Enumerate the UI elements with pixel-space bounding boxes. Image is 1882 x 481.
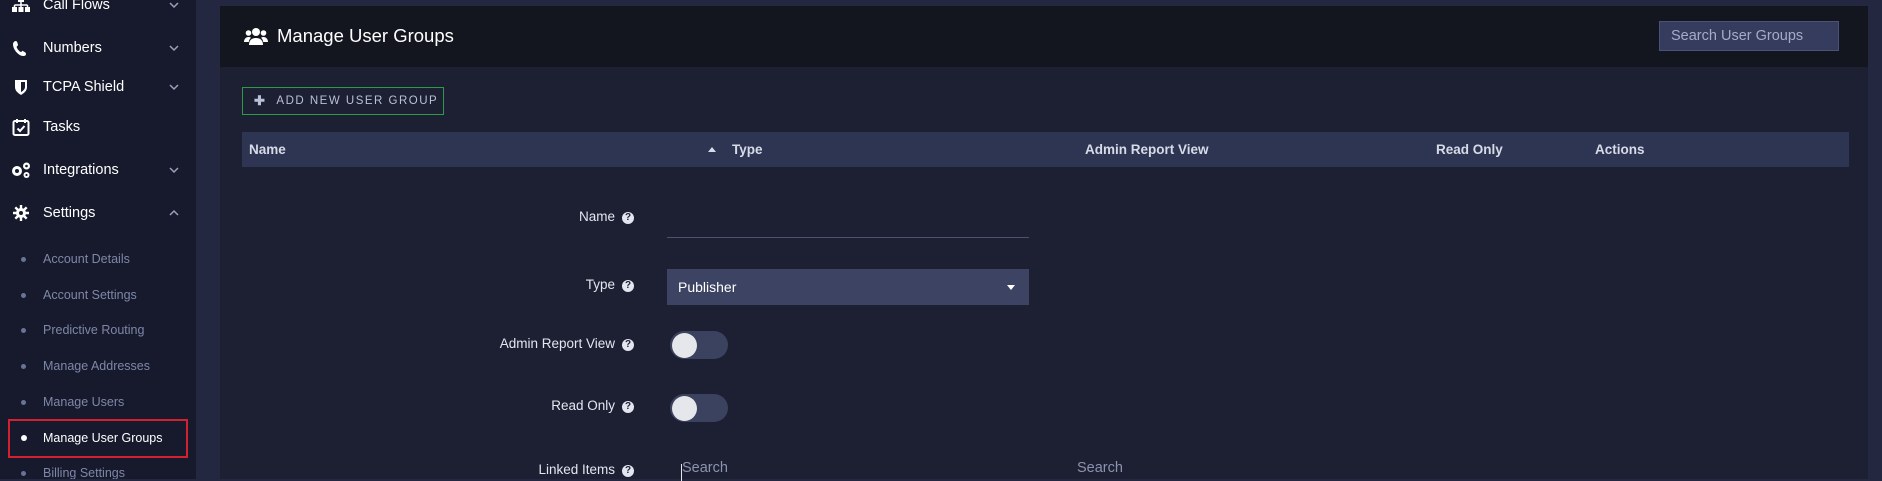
sidebar-item-label: Settings	[43, 205, 96, 221]
add-new-user-group-button[interactable]: ✚ ADD NEW USER GROUP	[242, 87, 444, 115]
sidebar: Call Flows Numbers TCPA Shield Tasks Int…	[0, 0, 196, 479]
sidebar-subitem-label: Predictive Routing	[43, 323, 145, 337]
table-header: Name Type Admin Report View Read Only Ac…	[242, 132, 1849, 167]
sidebar-subitem-manage-users[interactable]: Manage Users	[0, 389, 196, 415]
chevron-down-icon	[169, 84, 179, 91]
column-header-admin-report-view[interactable]: Admin Report View	[1085, 132, 1209, 167]
sidebar-subitem-label: Billing Settings	[43, 466, 125, 479]
sidebar-subitem-label: Manage Addresses	[43, 359, 151, 373]
phone-icon	[10, 37, 32, 59]
chevron-down-icon	[169, 167, 179, 174]
linked-items-search-right[interactable]: Search	[1077, 460, 1123, 476]
sidebar-subitem-predictive-routing[interactable]: Predictive Routing	[0, 317, 196, 343]
help-icon[interactable]: ?	[622, 339, 634, 351]
sidebar-subitem-label: Account Details	[43, 252, 130, 266]
chevron-up-icon	[169, 209, 179, 216]
sidebar-item-label: TCPA Shield	[43, 79, 125, 95]
page-title: Manage User Groups	[277, 25, 454, 46]
sidebar-item-tasks[interactable]: Tasks	[0, 112, 196, 142]
help-icon[interactable]: ?	[622, 212, 634, 224]
selection-highlight	[8, 419, 188, 458]
type-select-value: Publisher	[678, 279, 737, 295]
column-header-name[interactable]: Name	[249, 132, 286, 167]
read-only-toggle[interactable]	[670, 394, 728, 422]
bullet-icon	[21, 363, 26, 369]
sidebar-subitem-label: Account Settings	[43, 288, 137, 302]
page-header: Manage User Groups Search User Groups	[220, 6, 1868, 67]
sidebar-item-label: Call Flows	[43, 0, 110, 13]
main-panel: Manage User Groups Search User Groups ✚ …	[220, 6, 1868, 481]
bullet-icon	[21, 292, 26, 298]
gear-icon	[10, 202, 32, 224]
users-icon	[244, 26, 268, 51]
bullet-icon	[21, 399, 26, 405]
sidebar-item-integrations[interactable]: Integrations	[0, 155, 196, 185]
read-only-label: Read Only	[551, 398, 615, 413]
help-icon[interactable]: ?	[622, 280, 634, 292]
sidebar-item-settings[interactable]: Settings	[0, 198, 196, 228]
plus-icon: ✚	[254, 93, 267, 108]
add-button-label: ADD NEW USER GROUP	[276, 95, 439, 107]
column-header-actions: Actions	[1595, 142, 1645, 157]
cogs-icon	[10, 159, 32, 181]
type-label: Type	[585, 277, 615, 292]
name-field[interactable]	[667, 206, 1029, 238]
help-icon[interactable]: ?	[622, 401, 634, 413]
sidebar-subitem-account-settings[interactable]: Account Settings	[0, 282, 196, 308]
admin-report-view-label: Admin Report View	[499, 336, 615, 351]
search-user-groups-input[interactable]: Search User Groups	[1659, 21, 1839, 51]
sidebar-subitem-label: Manage Users	[43, 395, 125, 409]
help-icon[interactable]: ?	[622, 465, 634, 477]
sidebar-subitem-billing-settings[interactable]: Billing Settings	[0, 460, 196, 479]
sort-ascending-icon[interactable]	[708, 147, 716, 152]
chevron-down-icon	[169, 45, 179, 52]
caret-down-icon	[1007, 285, 1015, 290]
toggle-knob	[672, 333, 697, 358]
admin-report-view-toggle[interactable]	[670, 331, 728, 359]
sidebar-item-label: Tasks	[43, 119, 81, 135]
linked-items-search-left[interactable]: Search	[682, 460, 728, 476]
sidebar-item-label: Numbers	[43, 40, 102, 56]
sidebar-subitem-account-details[interactable]: Account Details	[0, 246, 196, 272]
calendar-check-icon	[10, 116, 32, 138]
column-header-read-only[interactable]: Read Only	[1436, 132, 1503, 167]
sidebar-item-tcpa-shield[interactable]: TCPA Shield	[0, 72, 196, 102]
sidebar-item-numbers[interactable]: Numbers	[0, 33, 196, 63]
sidebar-item-label: Integrations	[43, 162, 119, 178]
sitemap-icon	[10, 0, 32, 16]
shield-icon	[10, 76, 32, 98]
bullet-icon	[21, 256, 26, 262]
linked-items-label: Linked Items	[538, 462, 615, 477]
sidebar-item-call-flows[interactable]: Call Flows	[0, 0, 196, 20]
bullet-icon	[21, 327, 26, 333]
column-header-type[interactable]: Type	[732, 132, 763, 167]
chevron-down-icon	[169, 2, 179, 9]
sidebar-subitem-manage-addresses[interactable]: Manage Addresses	[0, 353, 196, 379]
bullet-icon	[21, 470, 26, 476]
toggle-knob	[672, 396, 697, 421]
type-select[interactable]: Publisher	[667, 269, 1029, 305]
name-label: Name	[578, 209, 615, 224]
